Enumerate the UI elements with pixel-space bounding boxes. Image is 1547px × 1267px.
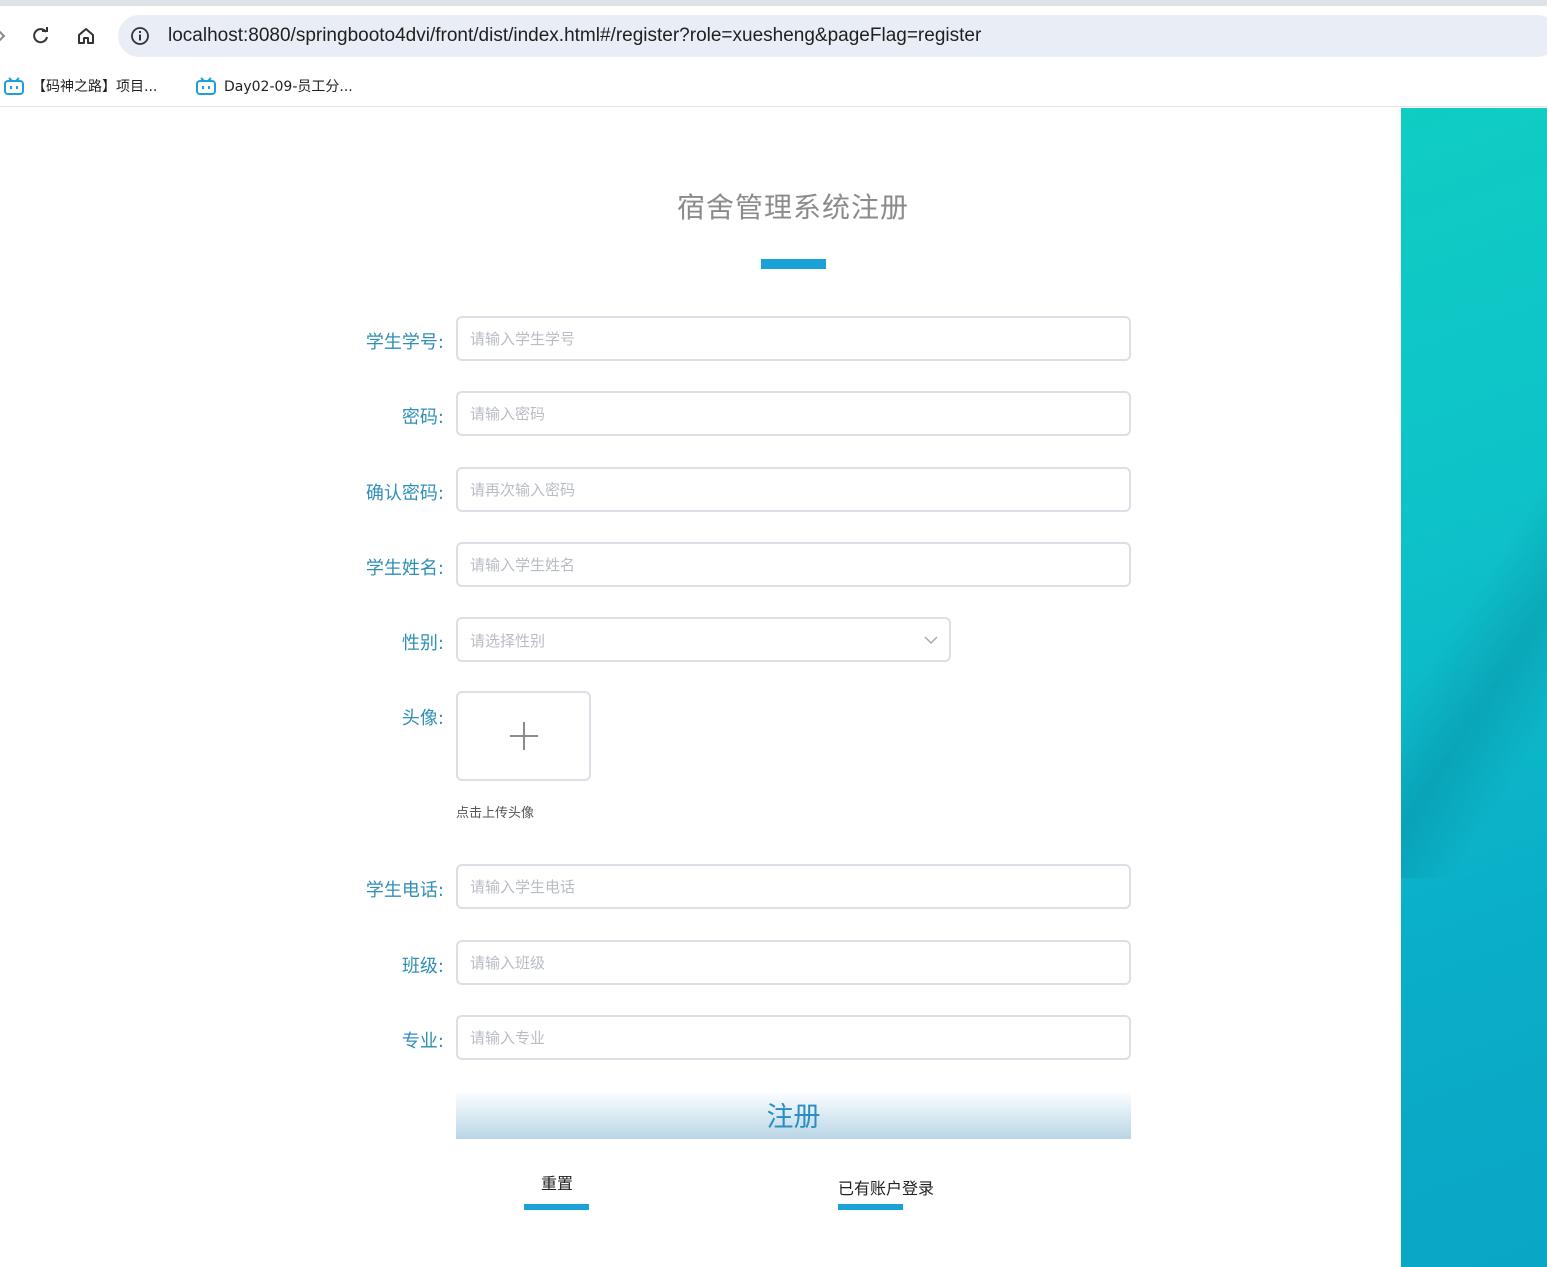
register-button[interactable]: 注册 xyxy=(456,1090,1131,1139)
confirm-password-input[interactable] xyxy=(456,467,1131,512)
url-text: localhost:8080/springbooto4dvi/front/dis… xyxy=(168,25,982,46)
plus-icon xyxy=(509,722,538,750)
reload-icon[interactable] xyxy=(28,22,54,50)
avatar-upload-hint: 点击上传头像 xyxy=(456,806,535,821)
reset-link[interactable]: 重置 xyxy=(517,1170,597,1194)
major-label: 专业: xyxy=(401,1031,444,1052)
bookmark-label: Day02-09-员工分... xyxy=(224,79,353,95)
avatar-label: 头像: xyxy=(401,708,444,729)
title-underline xyxy=(761,259,826,269)
forward-icon[interactable] xyxy=(0,22,14,50)
bookmarks-bar: 【码神之路】项目... Day02-09-员工分... xyxy=(0,66,1547,107)
browser-toolbar: localhost:8080/springbooto4dvi/front/dis… xyxy=(0,6,1547,66)
bookmark-label: 【码神之路】项目... xyxy=(32,79,158,95)
bookmark-item[interactable]: Day02-09-员工分... xyxy=(196,74,353,98)
class-label: 班级: xyxy=(401,956,444,977)
phone-input[interactable] xyxy=(456,864,1131,909)
register-page: 宿舍管理系统注册 学生学号: 密码: 确认密码: 学生姓名: 性别: 请选择性别… xyxy=(0,108,1547,1267)
class-input[interactable] xyxy=(456,940,1131,985)
gender-select[interactable]: 请选择性别 xyxy=(456,617,951,662)
major-input[interactable] xyxy=(456,1015,1131,1060)
bookmark-item[interactable]: 【码神之路】项目... xyxy=(4,74,157,98)
student-id-input[interactable] xyxy=(456,316,1131,361)
student-id-label: 学生学号: xyxy=(365,332,444,353)
phone-label: 学生电话: xyxy=(365,880,444,901)
chevron-down-icon xyxy=(924,636,938,645)
student-name-label: 学生姓名: xyxy=(365,558,444,579)
avatar-upload-box[interactable] xyxy=(456,691,591,781)
reset-underline xyxy=(524,1204,589,1210)
login-link[interactable]: 已有账户登录 xyxy=(826,1175,946,1199)
login-underline xyxy=(838,1204,903,1210)
gender-label: 性别: xyxy=(401,633,444,654)
gender-placeholder: 请选择性别 xyxy=(470,632,546,650)
password-label: 密码: xyxy=(401,407,444,428)
bilibili-icon xyxy=(196,77,216,95)
decorative-side-panel xyxy=(1401,108,1547,1267)
page-title: 宿舍管理系统注册 xyxy=(676,191,909,224)
home-icon[interactable] xyxy=(73,22,99,50)
confirm-password-label: 确认密码: xyxy=(365,483,444,504)
password-input[interactable] xyxy=(456,391,1131,436)
student-name-input[interactable] xyxy=(456,542,1131,587)
address-bar[interactable]: localhost:8080/springbooto4dvi/front/dis… xyxy=(118,15,1547,57)
site-info-icon[interactable] xyxy=(130,26,150,46)
bilibili-icon xyxy=(4,77,24,95)
